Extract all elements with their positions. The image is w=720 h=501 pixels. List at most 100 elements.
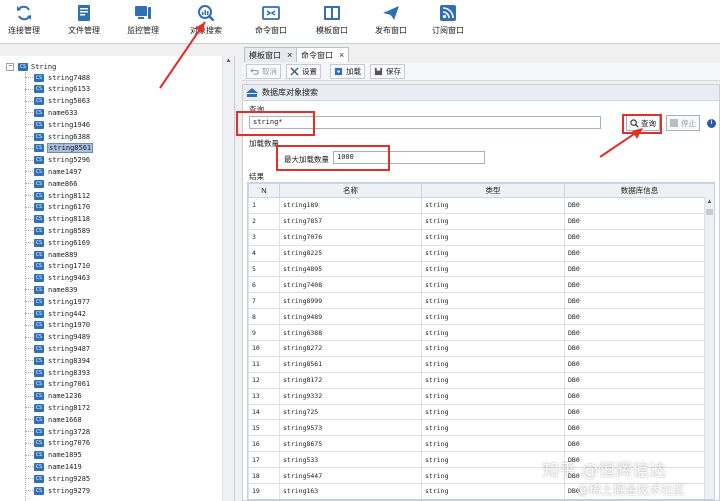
tree-item[interactable]: CS name1497 (25, 166, 83, 177)
tab-command-window[interactable]: 命令窗口 × (296, 47, 350, 62)
table-row[interactable]: 12 string8172 string DB0 (248, 371, 714, 389)
type-cell: string (421, 324, 565, 342)
settings-button[interactable]: 设置 (286, 64, 321, 79)
tree-item[interactable]: CS name889 (25, 249, 79, 260)
table-row[interactable]: 3 string7076 string DB0 (248, 228, 714, 246)
tree-item[interactable]: CS string5296 (25, 155, 91, 166)
table-row[interactable]: 10 string8272 string DB0 (248, 340, 714, 357)
tree-item[interactable]: CS string8112 (25, 190, 91, 201)
tree-item[interactable]: CS string1977 (25, 296, 91, 307)
table-row[interactable]: 5 string4895 string DB0 (248, 260, 714, 278)
tree-item[interactable]: CS string442 (25, 308, 87, 319)
tree-item[interactable]: CS name866 (25, 178, 79, 189)
table-row[interactable]: 7 string8999 string DB0 (248, 292, 714, 310)
column-header-n[interactable]: N (248, 183, 280, 198)
row-number-cell: 4 (248, 244, 280, 262)
publish-window-button[interactable]: 发布窗口 (373, 2, 409, 40)
file-manager-button[interactable]: 文件管理 (66, 2, 102, 40)
tree-item[interactable]: CS name1236 (25, 391, 83, 402)
column-header-type[interactable]: 类型 (421, 183, 565, 198)
row-number-cell: 9 (248, 324, 280, 342)
column-header-name[interactable]: 名称 (279, 183, 422, 198)
column-header-db[interactable]: 数据库信息 (564, 183, 714, 198)
results-group-label: 结果 (249, 172, 264, 181)
tree-item[interactable]: CS name633 (25, 107, 79, 118)
stop-button[interactable]: 停止 (666, 115, 700, 131)
tree-item[interactable]: CS string9489 (25, 332, 91, 343)
collapse-icon[interactable]: − (6, 62, 14, 71)
subscribe-window-button[interactable]: 订阅窗口 (430, 2, 466, 40)
tree-item[interactable]: CS string3728 (25, 426, 91, 437)
tree-item[interactable]: CS string9463 (25, 273, 91, 284)
tree-item[interactable]: CS string6153 (25, 84, 91, 95)
tree-item-label: string8589 (48, 226, 91, 235)
table-row[interactable]: 14 string725 string DB0 (248, 403, 714, 421)
tree-item[interactable]: CS string7488 (25, 72, 91, 83)
tree-scrollbar[interactable]: ▲ (222, 56, 234, 501)
tree-item[interactable]: CS name1895 (25, 450, 83, 461)
table-row[interactable]: 13 string9332 string DB0 (248, 387, 714, 405)
cancel-button[interactable]: 取消 (246, 64, 281, 79)
tree-root-node[interactable]: − CS String (6, 61, 56, 72)
template-window-button[interactable]: 模板窗口 (314, 2, 350, 40)
table-row[interactable]: 15 string9573 string DB0 (248, 419, 714, 437)
tree-item[interactable]: CS string6388 (25, 131, 91, 142)
row-number-cell: 1 (248, 197, 280, 214)
tree-item[interactable]: CS string8589 (25, 225, 91, 236)
tree-connector (25, 242, 33, 244)
tree-item[interactable]: CS string7076 (25, 438, 91, 449)
scroll-up-icon[interactable]: ▲ (705, 197, 714, 207)
tree-item[interactable]: CS string6170 (25, 202, 91, 213)
table-row[interactable]: 1 string189 string DB0 (248, 197, 714, 214)
tree-item[interactable]: CS string8394 (25, 355, 91, 366)
name-cell: string8172 (279, 371, 422, 389)
tree-item[interactable]: CS string5063 (25, 96, 91, 107)
tree-item-label: name1419 (48, 462, 82, 471)
info-icon[interactable]: i (707, 119, 716, 128)
tree-item-label: string1970 (48, 321, 91, 330)
string-type-icon: CS (34, 474, 44, 483)
results-scrollbar[interactable]: ▲ (704, 197, 714, 499)
tree-item[interactable]: CS string9285 (25, 473, 91, 484)
name-cell: string7857 (279, 212, 422, 230)
string-type-icon: CS (34, 297, 44, 306)
table-row[interactable]: 9 string6388 string DB0 (248, 324, 714, 342)
tree-item[interactable]: CS name839 (25, 284, 79, 295)
scroll-up-icon[interactable]: ▲ (223, 56, 234, 67)
tree-item[interactable]: CS name1419 (25, 461, 83, 472)
tree-item[interactable]: CS string1710 (25, 261, 91, 272)
command-window-button[interactable]: 命令窗口 (253, 2, 289, 40)
tree-item[interactable]: CS string7061 (25, 379, 91, 390)
table-row[interactable]: 4 string8225 string DB0 (248, 244, 714, 262)
tree-item-label: name1895 (48, 451, 82, 460)
close-icon[interactable]: × (287, 50, 292, 60)
tree-item[interactable]: CS string9279 (25, 485, 91, 496)
tree-item[interactable]: CS string6169 (25, 237, 91, 248)
close-icon[interactable]: × (339, 50, 344, 60)
table-row[interactable]: 6 string7408 string DB0 (248, 276, 714, 294)
tree-item[interactable]: CS string9487 (25, 343, 91, 354)
scroll-thumb[interactable] (706, 209, 713, 215)
tree-item-label: string6169 (48, 238, 91, 247)
tree-root-label: String (31, 62, 57, 71)
object-search-button[interactable]: 对象搜索 (186, 2, 226, 40)
load-button[interactable]: 加载 (330, 64, 365, 79)
tree-item-label: name889 (48, 250, 78, 259)
tree-item[interactable]: CS string8393 (25, 367, 91, 378)
tab-template-window[interactable]: 模板窗口 × (244, 47, 298, 62)
save-button[interactable]: 保存 (370, 64, 405, 79)
table-row[interactable]: 2 string7857 string DB0 (248, 212, 714, 230)
tree-item[interactable]: CS string1970 (25, 320, 91, 331)
connection-manager-button[interactable]: 连接管理 (6, 2, 42, 40)
name-cell: string7408 (279, 276, 422, 294)
tree-item[interactable]: CS string8118 (25, 214, 91, 225)
tree-item[interactable]: CS string8561 (25, 143, 94, 154)
tree-item[interactable]: CS name1668 (25, 414, 83, 425)
tree-item[interactable]: CS string8172 (25, 402, 91, 413)
table-row[interactable]: 8 string9489 string DB0 (248, 308, 714, 326)
main-toolbar: 连接管理 文件管理 监控管理 对象搜索 命令窗口 模板窗口 发布窗口 订阅窗口 (0, 0, 720, 44)
table-row[interactable]: 16 string8675 string DB0 (248, 435, 714, 453)
monitor-manager-button[interactable]: 监控管理 (125, 2, 161, 40)
tree-item[interactable]: CS string1946 (25, 119, 91, 130)
table-row[interactable]: 11 string8561 string DB0 (248, 355, 714, 373)
